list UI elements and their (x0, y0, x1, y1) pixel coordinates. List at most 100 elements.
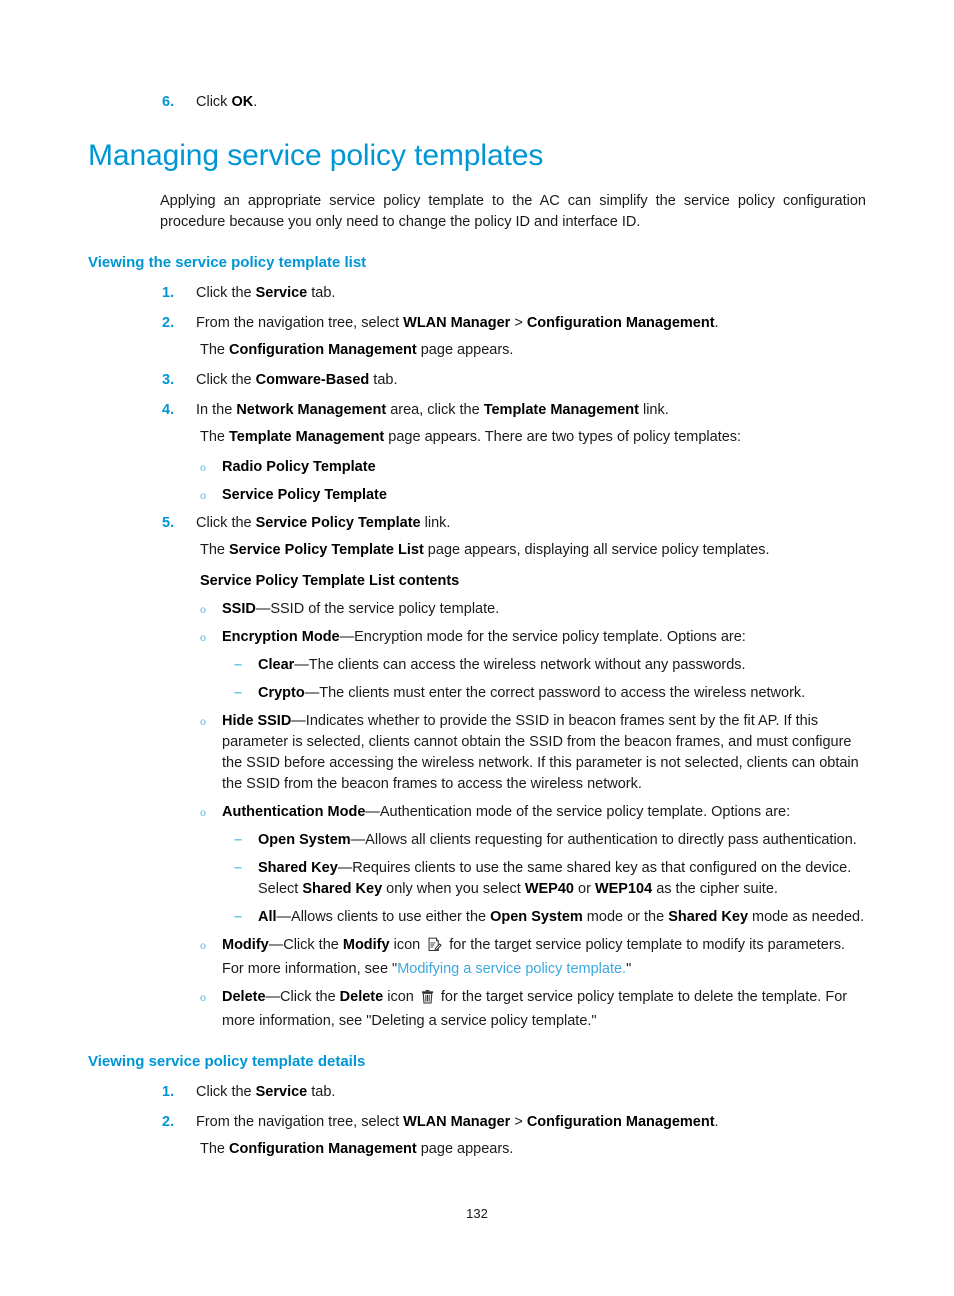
list-item-text: Encryption Mode—Encryption mode for the … (222, 627, 866, 648)
step-follow-text: The Template Management page appears. Th… (200, 427, 866, 448)
section-heading-details: Viewing service policy template details (88, 1053, 366, 1070)
sub-list-item-text: All—Allows clients to use either the Ope… (258, 907, 866, 928)
body-text: —Indicates whether to provide the SSID i… (222, 713, 859, 792)
body-text: page appears, displaying all service pol… (423, 542, 770, 558)
step-item: 5. Click the Service Policy Template lin… (88, 513, 866, 534)
body-text: " (626, 961, 632, 977)
list-item-text: Delete—Click the Delete icon for the tar… (222, 987, 866, 1032)
body-text: area, click the (386, 402, 484, 418)
body-text: mode as needed. (748, 909, 865, 925)
body-text: > (510, 1114, 527, 1130)
list-item: o Hide SSID—Indicates whether to provide … (88, 711, 866, 795)
list-item-text: Radio Policy Template (222, 457, 866, 478)
body-text: —Click the (265, 989, 340, 1005)
body-text: page appears. (416, 1141, 514, 1157)
body-text: The (200, 342, 230, 358)
dash-bullet-icon: – (234, 909, 243, 925)
template-types-container: o Radio Policy Template o Service Policy Te… (88, 457, 866, 506)
ok-label: OK (231, 94, 254, 110)
step-text: From the navigation tree, select WLAN Ma… (196, 313, 866, 334)
circle-bullet-icon: o (200, 938, 206, 952)
body-text: —Allows clients to use either the (276, 909, 491, 925)
list-item: o Modify—Click the Modify icon for the ta… (88, 935, 866, 980)
step-number: 2. (162, 315, 175, 331)
sub-list-item: – Shared Key—Requires clients to use the … (88, 858, 866, 900)
circle-bullet-icon: o (200, 460, 206, 474)
circle-bullet-icon: o (200, 602, 206, 616)
step-text: Click OK. (196, 92, 866, 113)
body-text: —Click the (268, 937, 343, 953)
list-item-text: Modify—Click the Modify icon for the tar… (222, 935, 866, 980)
circle-bullet-icon: o (200, 488, 206, 502)
body-text: Click the (196, 1084, 256, 1100)
list-item: o Authentication Mode—Authentication mode… (88, 802, 866, 823)
emphasis-text: SSID (222, 601, 256, 617)
body-text: Click the (196, 285, 256, 301)
step-item: 1. Click the Service tab. (88, 283, 866, 304)
emphasis-text: Open System (258, 832, 351, 848)
delete-icon[interactable] (421, 989, 434, 1011)
modify-icon[interactable] (427, 937, 442, 959)
body-text: From the navigation tree, select (196, 1114, 404, 1130)
body-text: page appears. There are two types of pol… (384, 429, 742, 445)
emphasis-text: Service (255, 1084, 308, 1100)
step-text-before: Click (196, 94, 232, 110)
step-text-after: . (253, 94, 258, 110)
body-text: tab. (307, 1084, 336, 1100)
body-text: tab. (307, 285, 336, 301)
step-follow-text: The Configuration Management page appear… (200, 1139, 866, 1160)
page-number: 132 (466, 1206, 488, 1221)
sub-list-item-text: Clear—The clients can access the wireles… (258, 655, 866, 676)
body-text: The (200, 542, 230, 558)
emphasis-text: Hide SSID (222, 713, 292, 729)
body-text: icon (383, 989, 418, 1005)
emphasis-text: Service (255, 285, 308, 301)
intro-paragraph: Applying an appropriate service policy t… (160, 193, 866, 230)
body-text: From the navigation tree, select (196, 315, 404, 331)
step-number: 1. (162, 1084, 175, 1100)
step-text: Click the Service Policy Template link. (196, 513, 866, 534)
emphasis-text: Shared Key (668, 909, 749, 925)
body-text: —Allows all clients requesting for authe… (350, 832, 857, 848)
emphasis-text: Configuration Management (526, 315, 715, 331)
cross-reference-link[interactable]: Modifying a service policy template. (397, 961, 626, 977)
step-number: 4. (162, 402, 175, 418)
body-text: > (510, 315, 527, 331)
body-text: —Encryption mode for the service policy … (339, 629, 746, 645)
step-number: 5. (162, 515, 175, 531)
sub-list-item: – Clear—The clients can access the wirele… (88, 655, 866, 676)
emphasis-text: Modify (222, 937, 269, 953)
emphasis-text: WLAN Manager (403, 315, 511, 331)
emphasis-text: Template Management (229, 429, 385, 445)
step-item: 3. Click the Comware-Based tab. (88, 370, 866, 391)
body-text: icon (389, 937, 425, 953)
emphasis-text: Modify (342, 937, 390, 953)
sub-list-item: – Open System—Allows all clients requesti… (88, 830, 866, 851)
emphasis-text: Encryption Mode (222, 629, 340, 645)
list-item-text: Authentication Mode—Authentication mode … (222, 802, 866, 823)
body-text: The (200, 429, 230, 445)
sub-list-item-text: Shared Key—Requires clients to use the s… (258, 858, 866, 900)
body-text: The (200, 1141, 230, 1157)
list-item-text: Service Policy Template (222, 485, 866, 506)
step-number: 1. (162, 285, 175, 301)
step-item: 1. Click the Service tab. (88, 1082, 866, 1103)
emphasis-text: Open System (490, 909, 583, 925)
emphasis-text: Clear (258, 657, 295, 673)
page-title: Managing service policy templates (88, 139, 544, 172)
dash-bullet-icon: – (234, 685, 243, 701)
dash-bullet-icon: – (234, 832, 243, 848)
list-item-text: SSID—SSID of the service policy template… (222, 599, 866, 620)
list-item: o Encryption Mode—Encryption mode for the… (88, 627, 866, 648)
step-text: Click the Service tab. (196, 1082, 866, 1103)
steps-details-container: 1. Click the Service tab. 2. From the navig… (88, 1082, 866, 1160)
body-text: page appears. (416, 342, 514, 358)
step-number: 2. (162, 1114, 175, 1130)
page-content: 6. Click OK. Managing service policy tem… (88, 92, 866, 1169)
dash-bullet-icon: – (234, 657, 243, 673)
emphasis-text: WLAN Manager (403, 1114, 511, 1130)
body-text: —The clients can access the wireless net… (294, 657, 746, 673)
emphasis-text: Shared Key (258, 860, 338, 876)
contents-heading: Service Policy Template List contents (200, 573, 460, 589)
step-number: 3. (162, 372, 175, 388)
